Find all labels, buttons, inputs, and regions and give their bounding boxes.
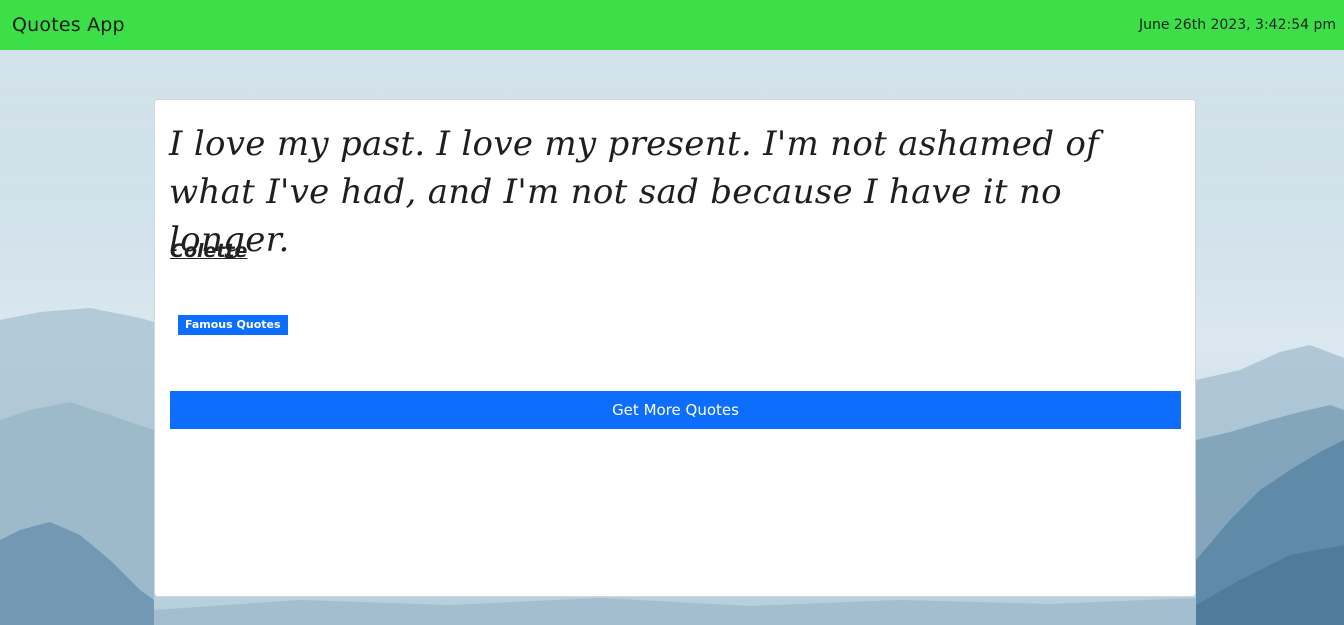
app-page: Quotes App June 26th 2023, 3:42:54 pm I … [0, 0, 1344, 625]
quote-text: I love my past. I love my present. I'm n… [169, 124, 1100, 260]
top-navbar: Quotes App June 26th 2023, 3:42:54 pm [0, 0, 1344, 50]
quote-card: I love my past. I love my present. I'm n… [154, 99, 1196, 597]
get-more-quotes-button[interactable]: Get More Quotes [170, 391, 1181, 429]
app-brand[interactable]: Quotes App [12, 14, 125, 36]
current-datetime: June 26th 2023, 3:42:54 pm [1138, 17, 1336, 33]
quote-tag-badge: Famous Quotes [178, 315, 288, 335]
quote-author: Colette [170, 240, 248, 262]
